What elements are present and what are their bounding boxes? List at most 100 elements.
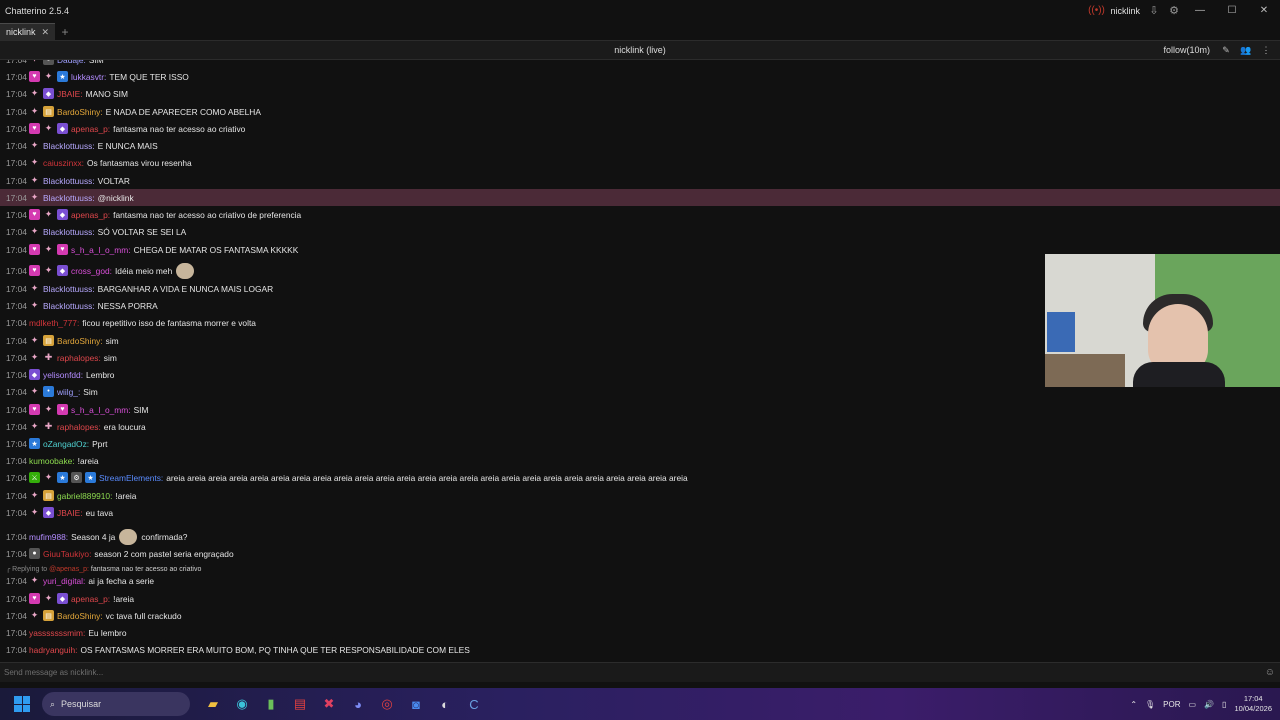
taskbar-search[interactable]: ⌕ Pesquisar bbox=[42, 692, 190, 716]
heart-badge-icon[interactable]: ♥ bbox=[29, 209, 40, 220]
tab-nicklink[interactable]: nicklink ✕ bbox=[0, 23, 56, 40]
wing-badge-icon[interactable]: ✦ bbox=[29, 300, 40, 311]
message-username[interactable]: apenas_p: bbox=[71, 124, 110, 134]
gold-badge-icon[interactable]: ▤ bbox=[43, 610, 54, 621]
message-username[interactable]: s_h_a_l_o_mm: bbox=[71, 245, 131, 255]
wing-badge-icon[interactable]: ✦ bbox=[29, 60, 40, 65]
wing-badge-icon[interactable]: ✦ bbox=[43, 404, 54, 415]
close-tab-icon[interactable]: ✕ bbox=[42, 27, 50, 38]
message-input[interactable]: Send message as nicklink... ☺ bbox=[0, 662, 1280, 682]
message-username[interactable]: oZangadOz: bbox=[43, 439, 89, 449]
wing-badge-icon[interactable]: ✦ bbox=[43, 71, 54, 82]
chatterino-icon[interactable]: C bbox=[460, 690, 488, 718]
message-username[interactable]: apenas_p: bbox=[71, 594, 110, 604]
wing-badge-icon[interactable]: ✦ bbox=[43, 244, 54, 255]
message-username[interactable]: BardoShiny: bbox=[57, 107, 103, 117]
sub-badge-icon[interactable]: ◆ bbox=[29, 369, 40, 380]
cross-badge-icon[interactable]: ✚ bbox=[43, 352, 54, 363]
heart-badge-icon[interactable]: ♥ bbox=[29, 593, 40, 604]
gold-badge-icon[interactable]: ▤ bbox=[43, 106, 54, 117]
gray-badge-icon[interactable]: ● bbox=[43, 60, 54, 65]
wing-badge-icon[interactable]: ✦ bbox=[29, 610, 40, 621]
heart2-badge-icon[interactable]: ♥ bbox=[57, 404, 68, 415]
heart-badge-icon[interactable]: ♥ bbox=[29, 265, 40, 276]
reply-username[interactable]: @apenas_p: bbox=[49, 566, 91, 573]
app-icon[interactable]: ◎ bbox=[373, 690, 401, 718]
wing-badge-icon[interactable]: ✦ bbox=[29, 421, 40, 432]
gold-badge-icon[interactable]: ▤ bbox=[43, 335, 54, 346]
sub-badge-icon[interactable]: ◆ bbox=[43, 507, 54, 518]
start-button[interactable] bbox=[6, 688, 38, 720]
message-username[interactable]: Blacklottuuss: bbox=[43, 176, 95, 186]
message-username[interactable]: JBAIE: bbox=[57, 508, 83, 518]
star-badge-icon[interactable]: ★ bbox=[85, 472, 96, 483]
message-username[interactable]: caiuszinxx: bbox=[43, 158, 84, 168]
dot-badge-icon[interactable]: • bbox=[43, 386, 54, 397]
reply-context[interactable]: ╭ Replying to @apenas_p: fantasma nao te… bbox=[6, 565, 201, 573]
live-indicator-icon[interactable]: ((•)) bbox=[1086, 0, 1106, 21]
gold-badge-icon[interactable]: ▤ bbox=[43, 490, 54, 501]
viewer-list-icon[interactable]: 👥 bbox=[1238, 45, 1254, 56]
app-icon[interactable]: ◐ bbox=[431, 690, 459, 718]
message-username[interactable]: GiuuTaukiyo: bbox=[43, 549, 91, 559]
message-username[interactable]: yasssssssmim: bbox=[29, 628, 85, 638]
message-username[interactable]: Dadaje: bbox=[57, 60, 86, 65]
message-username[interactable]: Blacklottuuss: bbox=[43, 301, 95, 311]
message-username[interactable]: cross_god: bbox=[71, 266, 112, 276]
edit-pencil-icon[interactable]: ✎ bbox=[1218, 45, 1234, 56]
language-indicator[interactable]: POR bbox=[1163, 700, 1180, 709]
message-username[interactable]: s_h_a_l_o_mm: bbox=[71, 405, 131, 415]
sub-badge-icon[interactable]: ◆ bbox=[43, 88, 54, 99]
wing-badge-icon[interactable]: ✦ bbox=[43, 265, 54, 276]
wing-badge-icon[interactable]: ✦ bbox=[43, 123, 54, 134]
app-icon[interactable]: ◙ bbox=[402, 690, 430, 718]
message-username[interactable]: yelisonfdd: bbox=[43, 370, 83, 380]
volume-icon[interactable]: 🔊 bbox=[1204, 700, 1214, 709]
add-tab-button[interactable]: + bbox=[55, 23, 75, 40]
wing-badge-icon[interactable]: ✦ bbox=[43, 593, 54, 604]
star-badge-icon[interactable]: ★ bbox=[57, 71, 68, 82]
cross-badge-icon[interactable]: ✚ bbox=[43, 421, 54, 432]
message-username[interactable]: Blacklottuuss: bbox=[43, 141, 95, 151]
message-username[interactable]: StreamElements: bbox=[99, 473, 163, 483]
message-username[interactable]: Blacklottuuss: bbox=[43, 193, 95, 203]
wing-badge-icon[interactable]: ✦ bbox=[29, 175, 40, 186]
close-window-button[interactable]: ✕ bbox=[1248, 0, 1280, 21]
message-username[interactable]: gabriel889910: bbox=[57, 491, 112, 501]
wing-badge-icon[interactable]: ✦ bbox=[43, 209, 54, 220]
star-badge-icon[interactable]: ★ bbox=[29, 438, 40, 449]
message-username[interactable]: yuri_digital: bbox=[43, 576, 85, 586]
wing-badge-icon[interactable]: ✦ bbox=[29, 490, 40, 501]
heart-badge-icon[interactable]: ♥ bbox=[29, 404, 40, 415]
channel-title[interactable]: nicklink (live) bbox=[0, 45, 1280, 55]
gear-badge-icon[interactable]: ⚙ bbox=[71, 472, 82, 483]
message-username[interactable]: apenas_p: bbox=[71, 210, 110, 220]
wing-badge-icon[interactable]: ✦ bbox=[29, 283, 40, 294]
message-input-placeholder[interactable]: Send message as nicklink... bbox=[0, 668, 103, 677]
message-username[interactable]: BardoShiny: bbox=[57, 336, 103, 346]
wing-badge-icon[interactable]: ✦ bbox=[29, 157, 40, 168]
heart-badge-icon[interactable]: ♥ bbox=[29, 71, 40, 82]
discord-icon[interactable]: ◕ bbox=[344, 690, 372, 718]
message-username[interactable]: raphalopes: bbox=[57, 422, 101, 432]
minimize-button[interactable]: — bbox=[1184, 0, 1216, 21]
message-username[interactable]: mdlketh_777: bbox=[29, 318, 79, 328]
sub-badge-icon[interactable]: ◆ bbox=[57, 593, 68, 604]
star-badge-icon[interactable]: ★ bbox=[57, 472, 68, 483]
network-icon[interactable]: ▭ bbox=[1189, 700, 1197, 709]
message-username[interactable]: lukkasvtr: bbox=[71, 72, 106, 82]
settings-gear-icon[interactable]: ⚙ bbox=[1164, 0, 1184, 21]
wing-badge-icon[interactable]: ✦ bbox=[29, 575, 40, 586]
account-username[interactable]: nicklink bbox=[1106, 6, 1144, 16]
message-username[interactable]: mufim988: bbox=[29, 532, 68, 542]
wing-badge-icon[interactable]: ✦ bbox=[29, 226, 40, 237]
wing-badge-icon[interactable]: ✦ bbox=[29, 507, 40, 518]
message-username[interactable]: raphalopes: bbox=[57, 353, 101, 363]
mod-badge-icon[interactable]: ⚔ bbox=[29, 472, 40, 483]
message-username[interactable]: kumoobake: bbox=[29, 456, 75, 466]
wing-badge-icon[interactable]: ✦ bbox=[43, 472, 54, 483]
microphone-icon[interactable]: 🎙 bbox=[1145, 700, 1155, 709]
message-username[interactable]: hadryanguih: bbox=[29, 645, 77, 655]
message-username[interactable]: Blacklottuuss: bbox=[43, 227, 95, 237]
more-options-icon[interactable]: ⋮ bbox=[1258, 45, 1274, 56]
